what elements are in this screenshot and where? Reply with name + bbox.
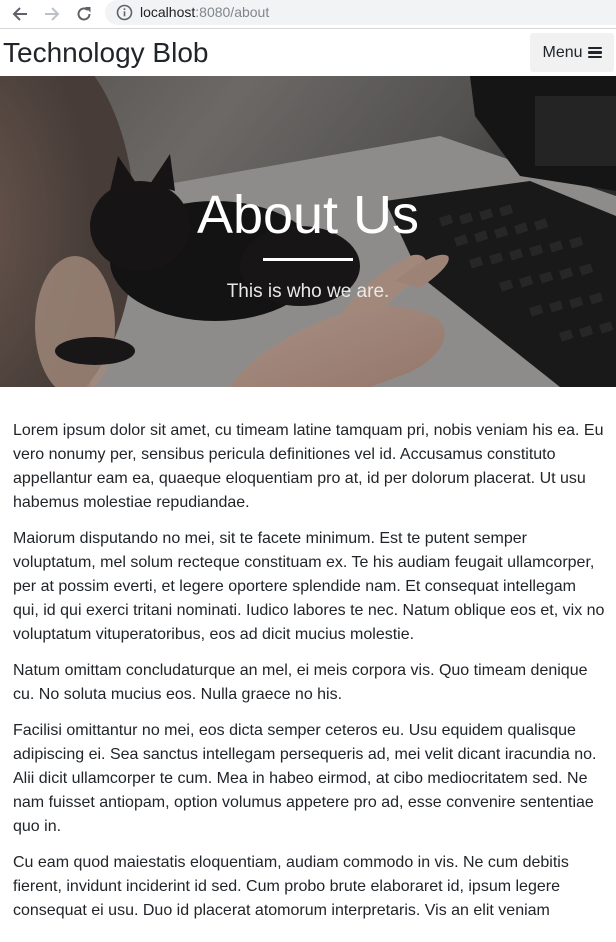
info-icon[interactable] (116, 4, 133, 21)
content-paragraph: Natum omittam concludaturque an mel, ei … (13, 662, 588, 703)
url-host: localhost (140, 4, 196, 20)
back-arrow-icon[interactable] (8, 2, 32, 26)
menu-label: Menu (542, 43, 583, 61)
forward-arrow-icon[interactable] (40, 2, 64, 26)
reload-icon[interactable] (72, 2, 96, 26)
brand-link[interactable]: Technology Blob (3, 37, 208, 69)
page-header: About Us This is who we are. (0, 76, 616, 387)
url-path: :8080/about (195, 4, 270, 20)
browser-toolbar: localhost:8080/about (0, 0, 616, 29)
content-paragraph: Lorem ipsum dolor sit amet, cu timeam la… (13, 422, 604, 511)
bars-icon (587, 46, 602, 59)
title-divider (263, 258, 353, 261)
site-navbar: Technology Blob Menu (0, 30, 616, 76)
address-bar[interactable]: localhost:8080/about (105, 0, 616, 25)
content-paragraph: Cu eam quod maiestatis eloquentiam, audi… (13, 854, 569, 919)
url-text[interactable]: localhost:8080/about (140, 4, 269, 21)
page-subtitle: This is who we are. (226, 281, 390, 302)
main-content: Lorem ipsum dolor sit amet, cu timeam la… (13, 419, 605, 935)
content-paragraph: Facilisi omittantur no mei, eos dicta se… (13, 722, 597, 835)
content-paragraph: Maiorum disputando no mei, sit te facete… (13, 530, 605, 643)
menu-toggle-button[interactable]: Menu (530, 33, 614, 72)
page-title: About Us (196, 185, 420, 245)
